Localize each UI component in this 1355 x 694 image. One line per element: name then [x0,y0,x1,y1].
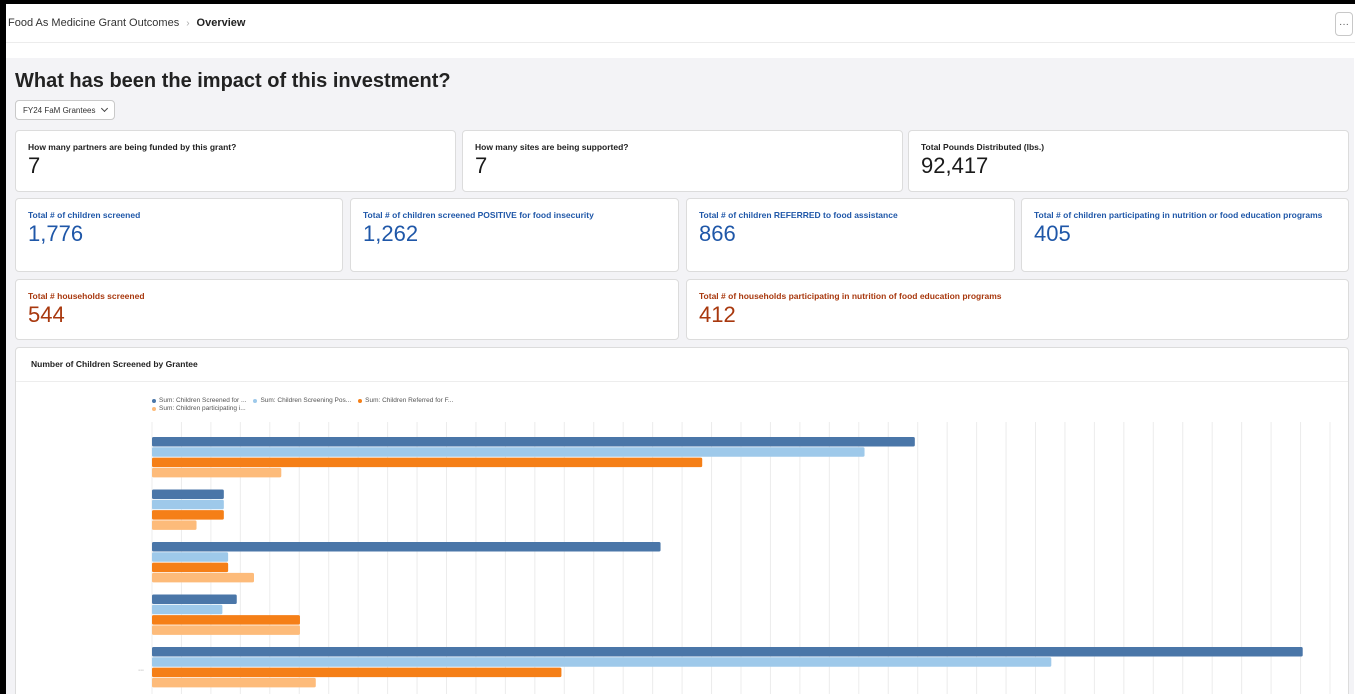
bar-3[interactable] [152,510,224,520]
kpi-card-pounds: Total Pounds Distributed (lbs.) 92,417 [908,130,1349,192]
breadcrumb-separator-icon: › [186,17,190,29]
bar-2[interactable] [152,499,224,510]
grantee-filter-dropdown[interactable]: FY24 FaM Grantees [15,100,116,120]
kpi-card-children-screened: Total # of children screened 1,776 [15,198,343,272]
kpi-value: 405 [1034,221,1071,246]
bar-2[interactable] [152,657,1052,667]
kpi-card-partners: How many partners are being funded by th… [15,130,456,192]
chevron-down-icon [101,104,109,113]
kpi-card-sites: How many sites are being supported? 7 [462,130,903,192]
breadcrumb-root-link[interactable]: Food As Medicine Grant Outcomes [8,17,179,29]
kpi-card-households-screened: Total # households screened 544 [15,279,679,340]
kpi-value: 1,262 [363,221,419,246]
bar-4[interactable] [152,677,316,688]
kpi-label: Total # households screened [28,291,145,301]
kpi-card-children-nutrition: Total # of children participating in nut… [1021,198,1349,272]
page-title: What has been the impact of this investm… [15,70,451,92]
kpi-card-households-nutrition: Total # of households participating in n… [686,279,1349,340]
bar-2[interactable] [152,552,229,562]
breadcrumb-current: Overview [196,17,246,29]
bar-3[interactable] [152,562,229,573]
bar-4[interactable] [152,572,254,583]
category-tick-label: ... [138,666,144,673]
kpi-label: Total # of children participating in nut… [1034,210,1323,220]
kpi-label: Total # of children REFERRED to food ass… [699,210,898,220]
bar-chart: ... [138,422,1331,694]
bar-1[interactable] [152,489,224,500]
kpi-label: Total Pounds Distributed (lbs.) [921,142,1045,152]
filter-label: FY24 FaM Grantees [23,105,96,115]
kpi-value: 92,417 [921,153,989,178]
kpi-value: 544 [28,302,65,327]
children-screened-chart-card: Number of Children Screened by Grantee S… [15,347,1349,694]
bar-4[interactable] [152,467,282,478]
app-window: Food As Medicine Grant Outcomes › Overvi… [6,4,1355,694]
kpi-value: 7 [475,153,488,178]
bar-2[interactable] [152,604,223,615]
bar-3[interactable] [152,457,703,468]
kpi-label: How many partners are being funded by th… [28,142,237,152]
more-options-button[interactable]: ··· [1335,12,1353,36]
bar-2[interactable] [152,447,865,457]
bar-1[interactable] [152,594,237,605]
kpi-value: 866 [699,221,736,246]
bar-1[interactable] [152,437,915,447]
kpi-card-children-positive: Total # of children screened POSITIVE fo… [350,198,679,272]
bar-1[interactable] [152,542,661,552]
bar-4[interactable] [152,520,197,530]
bar-3[interactable] [152,615,300,625]
kpi-label: Total # of children screened POSITIVE fo… [363,210,594,220]
bar-4[interactable] [152,625,300,635]
bar-1[interactable] [152,647,1303,657]
kpi-label: How many sites are being supported? [475,142,629,152]
kpi-value: 412 [699,302,736,327]
kpi-card-children-referred: Total # of children REFERRED to food ass… [686,198,1015,272]
ellipsis-icon: ··· [1339,18,1349,30]
dashboard-content: What has been the impact of this investm… [6,58,1354,694]
kpi-value: 7 [28,153,41,178]
kpi-value: 1,776 [28,221,84,246]
kpi-label: Total # of children screened [28,210,141,220]
bar-3[interactable] [152,667,562,678]
top-bar: Food As Medicine Grant Outcomes › Overvi… [6,4,1355,43]
kpi-label: Total # of households participating in n… [699,291,1002,301]
